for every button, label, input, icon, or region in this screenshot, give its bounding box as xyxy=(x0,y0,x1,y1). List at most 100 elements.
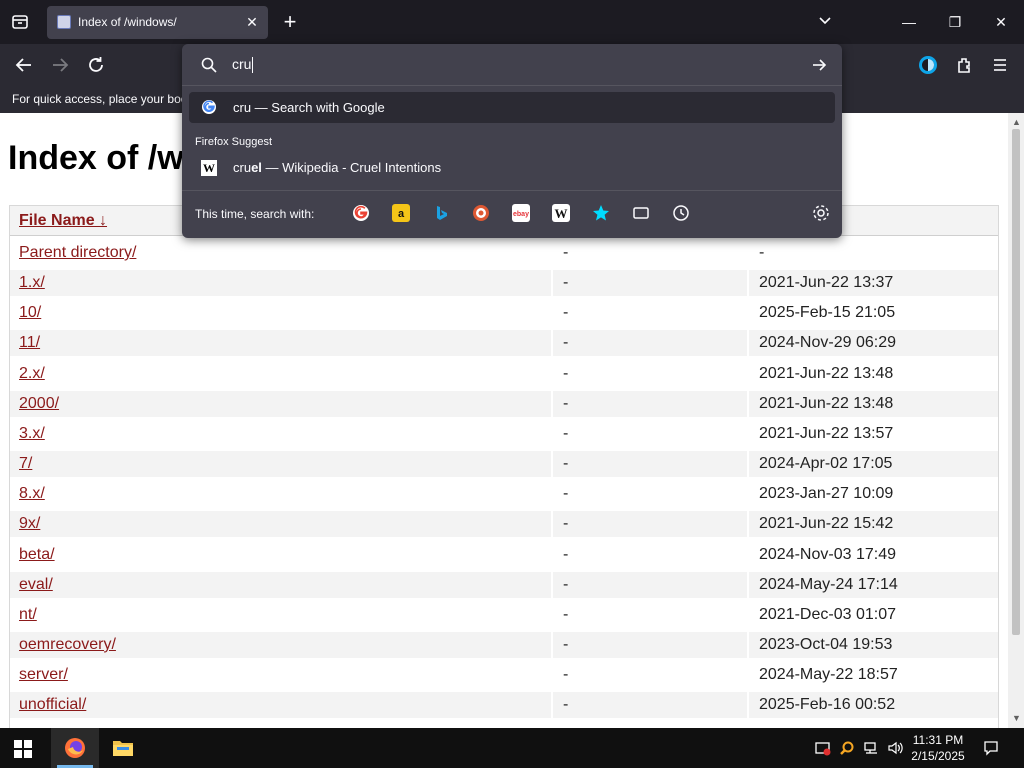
date-cell: 2021-Jun-22 15:42 xyxy=(749,511,998,538)
directory-link[interactable]: 3.x/ xyxy=(19,425,45,443)
extensions-icon[interactable] xyxy=(953,54,975,76)
date-cell: - xyxy=(749,240,998,266)
back-arrow-icon[interactable] xyxy=(13,54,35,76)
list-all-tabs-chevron-icon[interactable] xyxy=(817,13,833,29)
table-row: eval/ - 2024-May-24 17:14 xyxy=(10,570,998,600)
windows-start-icon[interactable] xyxy=(14,740,32,758)
divider xyxy=(182,190,842,191)
suggestion-google-search[interactable]: cru — Search with Google xyxy=(189,92,835,123)
table-row: 7/ - 2024-Apr-02 17:05 xyxy=(10,449,998,479)
taskbar-file-explorer-button[interactable] xyxy=(99,728,147,768)
table-row: 11/ - 2024-Nov-29 06:29 xyxy=(10,328,998,358)
url-input-row[interactable]: cru xyxy=(182,44,842,86)
url-input[interactable]: cru xyxy=(232,56,253,73)
directory-link[interactable]: 7/ xyxy=(19,455,32,473)
directory-link[interactable]: unofficial/ xyxy=(19,696,86,714)
date-value: 2021-Jun-22 15:42 xyxy=(759,515,894,533)
tab-bar: Index of /windows/ ✕ + — ❐ ✕ xyxy=(0,0,1024,44)
directory-link[interactable]: 8.x/ xyxy=(19,485,45,503)
forward-arrow-icon[interactable] xyxy=(49,54,71,76)
ebay-icon[interactable]: ebay xyxy=(512,204,530,222)
directory-link[interactable]: beta/ xyxy=(19,546,55,564)
google-icon[interactable] xyxy=(352,204,370,222)
name-cell: 8.x/ xyxy=(10,481,551,507)
size-value: - xyxy=(563,485,569,503)
date-cell: 2025-Feb-15 21:05 xyxy=(749,300,998,326)
history-icon[interactable] xyxy=(672,204,690,222)
date-value: - xyxy=(759,244,765,261)
search-settings-gear-icon[interactable] xyxy=(812,204,830,222)
size-value: - xyxy=(563,605,569,623)
amazon-icon[interactable]: a xyxy=(392,204,410,222)
size-value: - xyxy=(563,455,569,473)
bing-icon[interactable] xyxy=(432,204,450,222)
taskbar-firefox-button[interactable] xyxy=(51,728,99,768)
new-tab-button[interactable]: + xyxy=(280,11,300,33)
size-cell: - xyxy=(553,330,747,357)
restore-button[interactable]: ❐ xyxy=(945,12,965,32)
size-cell: - xyxy=(553,631,747,658)
network-icon[interactable] xyxy=(863,740,879,756)
tabs-icon[interactable] xyxy=(632,204,650,222)
tab-close-icon[interactable]: ✕ xyxy=(244,14,260,30)
size-cell: - xyxy=(553,571,747,598)
scroll-up-arrow-icon[interactable]: ▲ xyxy=(1012,117,1021,127)
tab-list-icon[interactable] xyxy=(8,10,32,34)
suggestion-wikipedia[interactable]: W cruel — Wikipedia - Cruel Intentions xyxy=(189,154,835,182)
directory-link[interactable]: 2000/ xyxy=(19,395,59,413)
size-value: - xyxy=(563,545,569,563)
name-cell: nt/ xyxy=(10,602,551,628)
directory-link[interactable]: oemrecovery/ xyxy=(19,636,116,654)
duckduckgo-icon[interactable] xyxy=(472,204,490,222)
name-cell: 9x/ xyxy=(10,511,551,538)
directory-link[interactable]: 9x/ xyxy=(19,515,40,533)
window-close-button[interactable]: ✕ xyxy=(991,12,1011,32)
directory-link[interactable]: server/ xyxy=(19,666,68,684)
name-cell: 7/ xyxy=(10,451,551,478)
scroll-down-arrow-icon[interactable]: ▼ xyxy=(1012,713,1021,723)
minimize-button[interactable]: — xyxy=(899,12,919,32)
go-arrow-icon[interactable] xyxy=(810,56,828,74)
date-value: 2023-Jan-27 10:09 xyxy=(759,485,894,503)
size-cell: - xyxy=(553,451,747,478)
name-cell: Parent directory/ xyxy=(10,240,551,266)
directory-link[interactable]: 2.x/ xyxy=(19,365,45,383)
directory-link[interactable]: 1.x/ xyxy=(19,274,45,292)
bookmarks-hint-text: For quick access, place your boo xyxy=(12,92,188,106)
size-cell: - xyxy=(553,511,747,538)
date-value: 2024-Nov-29 06:29 xyxy=(759,334,896,352)
scrollbar-thumb[interactable] xyxy=(1012,129,1020,635)
directory-link[interactable]: 11/ xyxy=(19,334,40,352)
table-row: Parent directory/ - - xyxy=(10,238,998,268)
date-value: 2021-Jun-22 13:37 xyxy=(759,274,894,292)
wikipedia-suggestion-label: cruel — Wikipedia - Cruel Intentions xyxy=(233,160,442,175)
size-value: - xyxy=(563,334,569,352)
account-avatar-icon[interactable] xyxy=(917,54,939,76)
size-cell: - xyxy=(553,390,747,417)
search-with-label: This time, search with: xyxy=(195,207,315,221)
date-value: 2025-Feb-16 00:52 xyxy=(759,696,896,714)
sort-by-file-name-link[interactable]: File Name ↓ xyxy=(19,212,107,230)
bookmarks-star-icon[interactable] xyxy=(592,204,610,222)
directory-link[interactable]: Parent directory/ xyxy=(19,244,136,262)
tab-active[interactable]: Index of /windows/ ✕ xyxy=(47,6,268,39)
notifications-icon[interactable] xyxy=(983,740,999,756)
google-search-label: cru — Search with Google xyxy=(233,100,385,115)
taskbar-clock[interactable]: 11:31 PM 2/15/2025 xyxy=(900,732,976,764)
table-row: 9x/ - 2021-Jun-22 15:42 xyxy=(10,509,998,539)
table-row: beta/ - 2024-Nov-03 17:49 xyxy=(10,540,998,570)
directory-link[interactable]: eval/ xyxy=(19,576,53,594)
date-value: 2024-May-22 18:57 xyxy=(759,666,898,684)
directory-link[interactable]: 10/ xyxy=(19,304,41,322)
page-scrollbar[interactable]: ▲ ▼ xyxy=(1008,113,1024,728)
wikipedia-icon[interactable]: W xyxy=(552,204,570,222)
date-cell: 2024-Apr-02 17:05 xyxy=(749,451,998,478)
size-cell: - xyxy=(553,692,747,719)
security-tray-icon[interactable] xyxy=(815,740,831,756)
search-tray-icon[interactable] xyxy=(839,740,855,756)
size-value: - xyxy=(563,304,569,322)
reload-icon[interactable] xyxy=(85,54,107,76)
directory-link[interactable]: nt/ xyxy=(19,606,37,624)
name-cell: server/ xyxy=(10,662,551,688)
menu-icon[interactable] xyxy=(989,54,1011,76)
